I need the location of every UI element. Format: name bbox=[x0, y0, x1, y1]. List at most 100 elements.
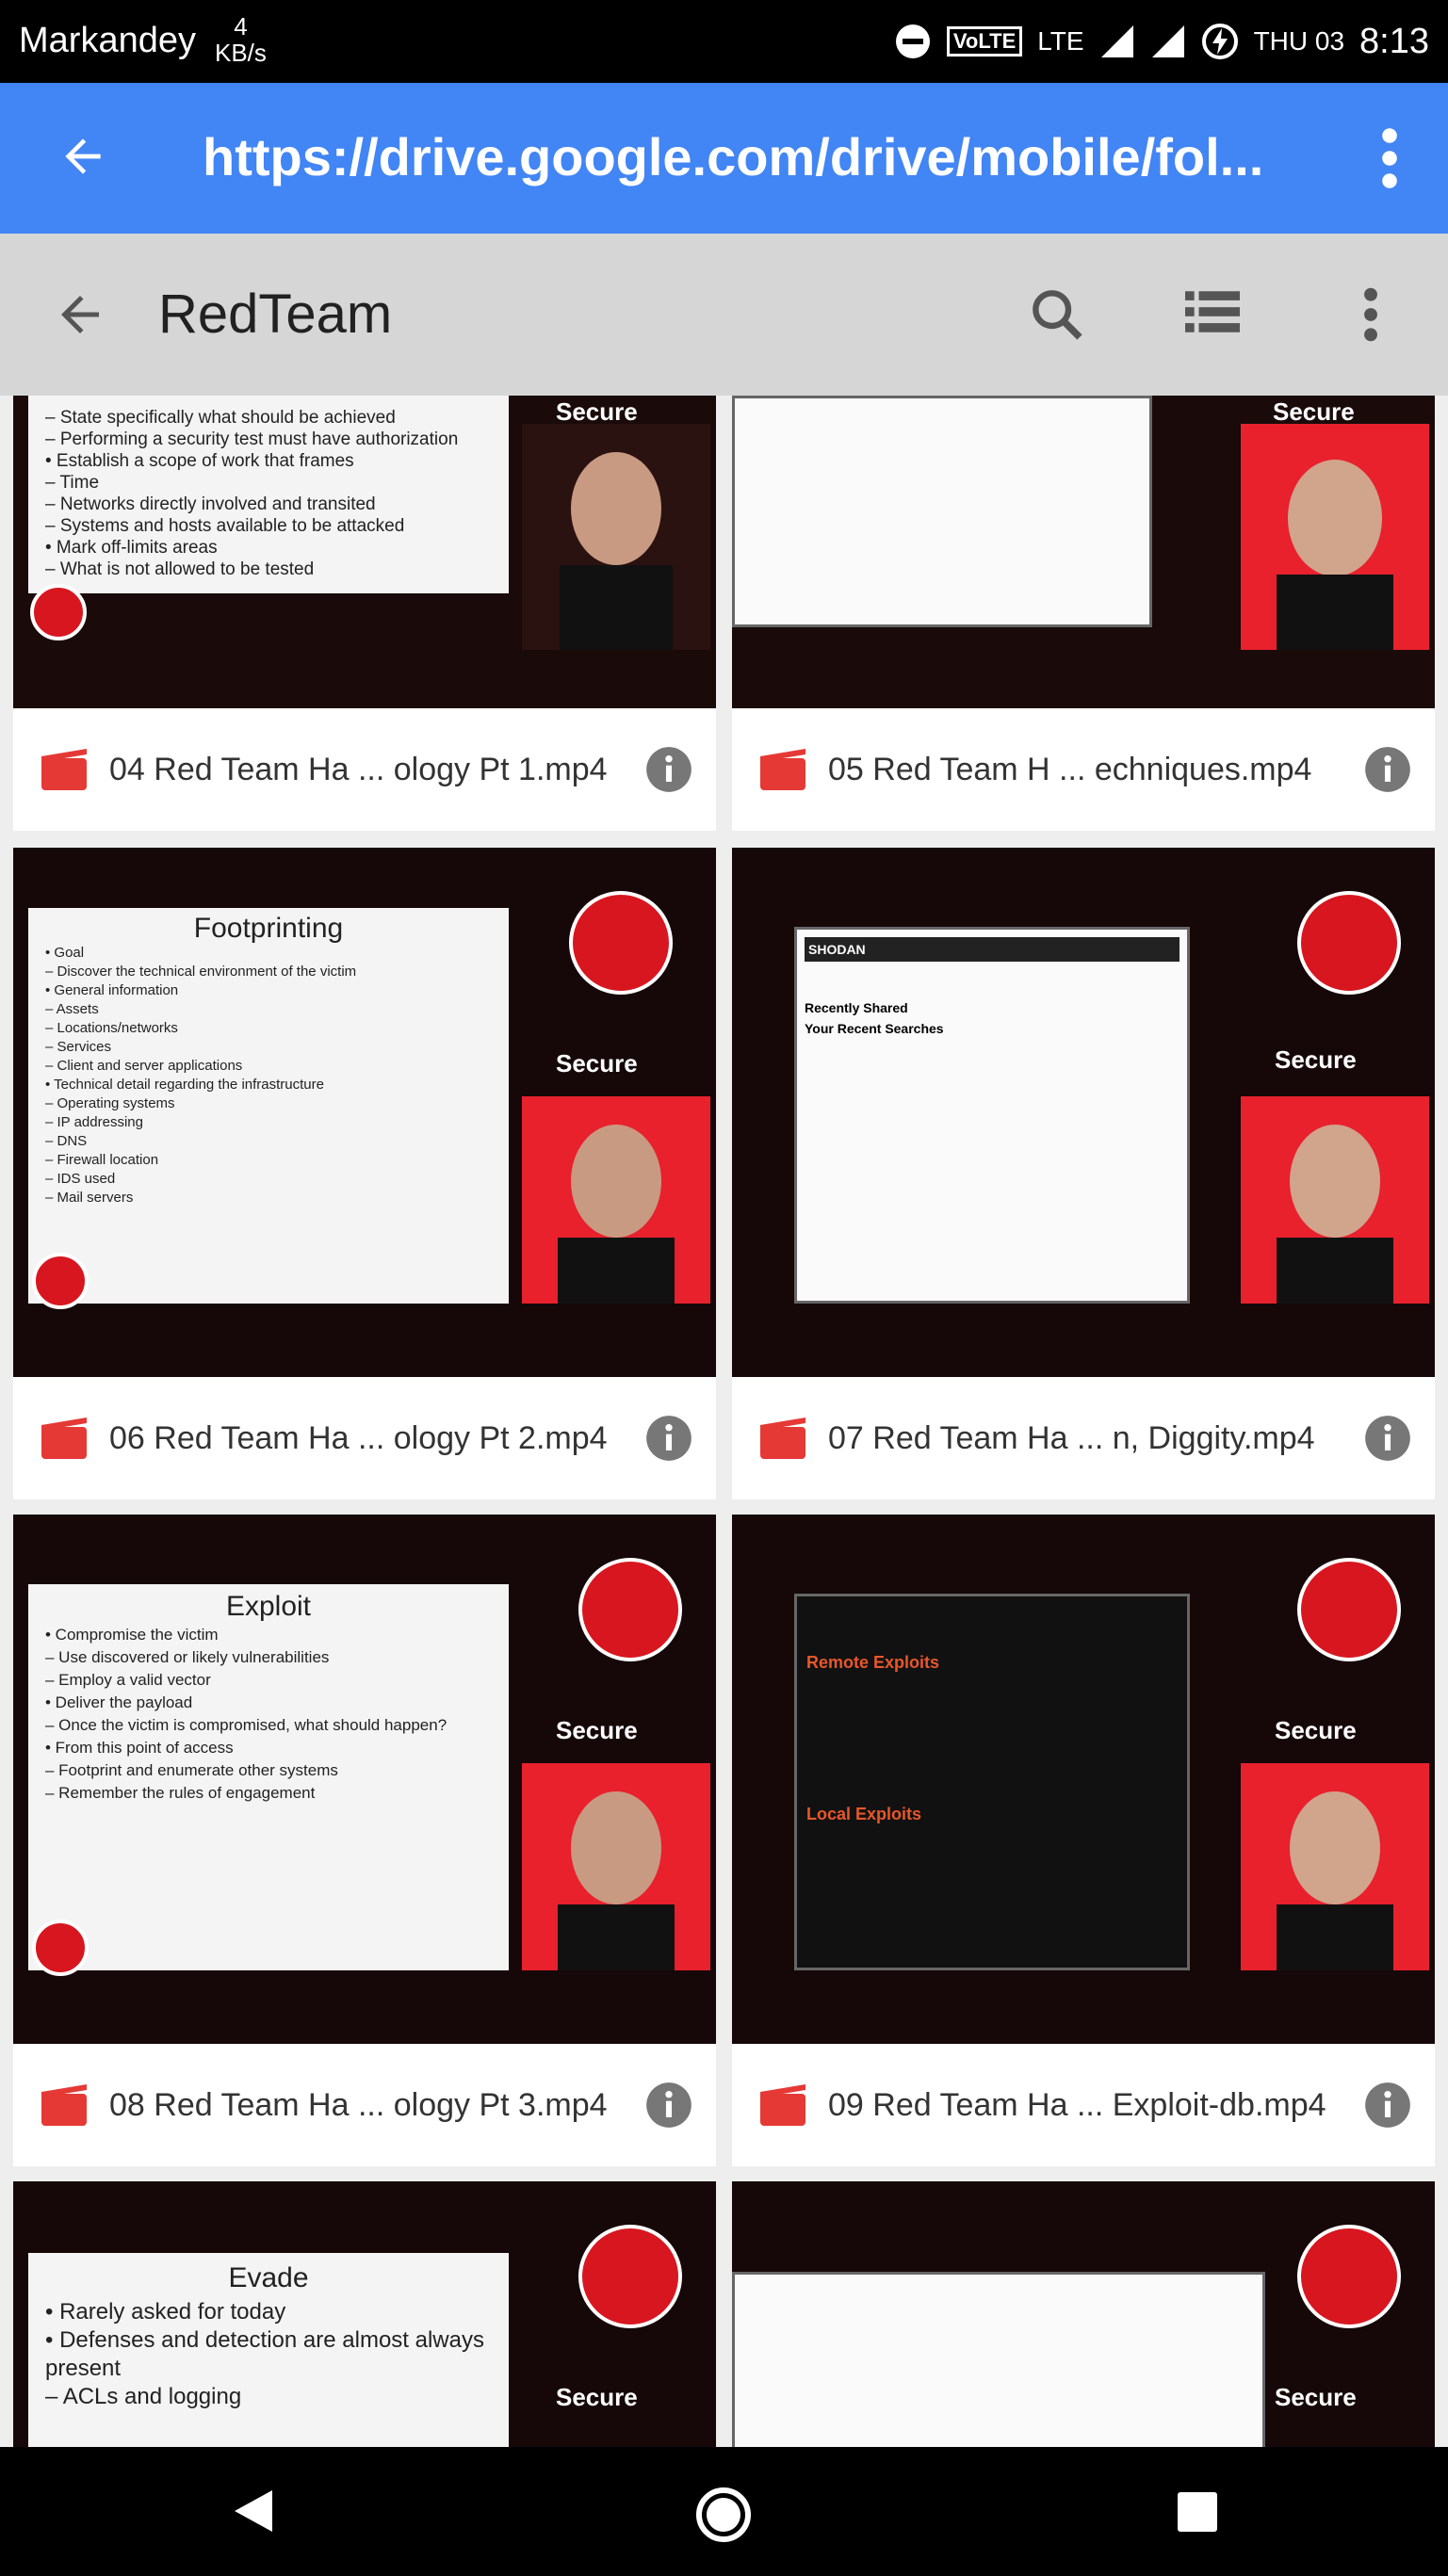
info-icon[interactable] bbox=[1363, 745, 1412, 794]
file-name: 08 Red Team Ha ... ology Pt 3.mp4 bbox=[109, 2086, 608, 2123]
search-icon[interactable] bbox=[1027, 284, 1087, 345]
screen-capture bbox=[732, 396, 1152, 627]
slide: Evade • Rarely asked for today • Defense… bbox=[28, 2253, 509, 2447]
folder-title: RedTeam bbox=[158, 284, 393, 345]
info-icon[interactable] bbox=[644, 2081, 693, 2130]
file-name: 06 Red Team Ha ... ology Pt 2.mp4 bbox=[109, 1419, 608, 1456]
signal-icon-2 bbox=[1151, 25, 1184, 57]
file-caption[interactable]: 04 Red Team Ha ... ology Pt 1.mp4 bbox=[13, 708, 716, 831]
status-time: 8:13 bbox=[1359, 21, 1429, 61]
video-thumbnail[interactable]: Evade • Rarely asked for today • Defense… bbox=[13, 2181, 716, 2447]
signal-icon bbox=[1100, 25, 1133, 57]
info-icon[interactable] bbox=[1363, 2081, 1412, 2130]
url-text[interactable]: https://drive.google.com/drive/mobile/fo… bbox=[203, 126, 1263, 187]
slide-line: – Firewall location bbox=[45, 1152, 159, 1168]
slide-line: – Employ a valid vector bbox=[45, 1671, 211, 1689]
screen-capture bbox=[732, 2272, 1265, 2447]
video-thumbnail[interactable]: Remote Exploits Local Exploits Secure bbox=[732, 1515, 1435, 2044]
slide-line: • Rarely asked for today bbox=[45, 2299, 286, 2325]
ninja-logo bbox=[569, 891, 673, 995]
nav-home-icon[interactable] bbox=[693, 2485, 754, 2545]
battery-charging-icon bbox=[1201, 24, 1238, 59]
slide-line: – Operating systems bbox=[45, 1095, 175, 1111]
file-card[interactable]: Secure 05 Red Team H ... echniques.mp4 bbox=[732, 396, 1435, 831]
browser-url-bar: https://drive.google.com/drive/mobile/fo… bbox=[0, 83, 1448, 234]
file-caption[interactable]: 05 Red Team H ... echniques.mp4 bbox=[732, 708, 1435, 831]
nav-recents-icon[interactable] bbox=[1178, 2492, 1217, 2532]
ninja-logo bbox=[32, 1253, 89, 1309]
section-heading: Local Exploits bbox=[806, 1805, 922, 1823]
file-card[interactable]: – State specifically what should be achi… bbox=[13, 396, 716, 831]
file-card[interactable]: Secure bbox=[732, 2181, 1435, 2447]
slide-line: – Performing a security test must have a… bbox=[45, 429, 459, 449]
volte-badge: VoLTE bbox=[946, 26, 1023, 57]
speed-value: 4 bbox=[234, 12, 248, 41]
status-day: THU 03 bbox=[1253, 26, 1345, 56]
nav-back-icon[interactable] bbox=[231, 2487, 276, 2535]
video-file-icon bbox=[760, 2084, 805, 2126]
screen-capture: SHODAN Recently Shared Your Recent Searc… bbox=[794, 927, 1190, 1304]
video-thumbnail[interactable]: – State specifically what should be achi… bbox=[13, 396, 716, 708]
file-name: 05 Red Team H ... echniques.mp4 bbox=[828, 751, 1312, 787]
video-thumbnail[interactable]: Secure bbox=[732, 396, 1435, 708]
slide-line: – IDS used bbox=[45, 1171, 116, 1187]
info-icon[interactable] bbox=[644, 1414, 693, 1463]
ninja-logo bbox=[32, 1920, 89, 1976]
lte-label: LTE bbox=[1037, 26, 1084, 56]
video-file-icon bbox=[41, 749, 87, 790]
speed-unit: KB/s bbox=[215, 39, 267, 67]
video-thumbnail[interactable]: Secure bbox=[732, 2181, 1435, 2447]
brand-logo: Secure bbox=[1273, 397, 1355, 426]
video-thumbnail[interactable]: Footprinting • Goal – Discover the techn… bbox=[13, 848, 716, 1377]
slide-title: Footprinting bbox=[193, 913, 344, 944]
file-caption[interactable]: 06 Red Team Ha ... ology Pt 2.mp4 bbox=[13, 1377, 716, 1499]
status-bar: Markandey 4 KB/s VoLTE LTE THU 03 8:13 bbox=[0, 0, 1448, 83]
do-not-disturb-icon bbox=[895, 24, 930, 58]
ninja-logo bbox=[578, 2225, 682, 2328]
status-icons: VoLTE LTE THU 03 8:13 bbox=[894, 19, 1429, 64]
slide-line: – Systems and hosts available to be atta… bbox=[45, 516, 405, 536]
brand-logo: Secure bbox=[1275, 1045, 1357, 1074]
video-file-icon bbox=[41, 1418, 87, 1459]
file-card[interactable]: Footprinting • Goal – Discover the techn… bbox=[13, 848, 716, 1499]
file-card[interactable]: SHODAN Recently Shared Your Recent Searc… bbox=[732, 848, 1435, 1499]
slide-line: – Locations/networks bbox=[45, 1020, 178, 1036]
ninja-logo bbox=[578, 1558, 682, 1661]
section-heading: Your Recent Searches bbox=[805, 1021, 944, 1036]
file-card[interactable]: Remote Exploits Local Exploits Secure 09… bbox=[732, 1515, 1435, 2166]
video-thumbnail[interactable]: SHODAN Recently Shared Your Recent Searc… bbox=[732, 848, 1435, 1377]
brand-logo: Secure bbox=[1275, 1716, 1357, 1744]
video-file-icon bbox=[41, 2084, 87, 2126]
slide-line: – Client and server applications bbox=[45, 1058, 243, 1074]
slide-title: Evade bbox=[228, 2262, 309, 2293]
video-thumbnail[interactable]: Exploit • Compromise the victim – Use di… bbox=[13, 1515, 716, 2044]
ninja-logo bbox=[1297, 2225, 1401, 2328]
file-caption[interactable]: 09 Red Team Ha ... Exploit-db.mp4 bbox=[732, 2044, 1435, 2166]
file-grid: – State specifically what should be achi… bbox=[0, 396, 1448, 2447]
list-view-icon[interactable] bbox=[1185, 288, 1240, 335]
slide-line: – Services bbox=[45, 1039, 112, 1055]
slide-line: • General information bbox=[45, 982, 179, 998]
file-caption[interactable]: 08 Red Team Ha ... ology Pt 3.mp4 bbox=[13, 2044, 716, 2166]
info-icon[interactable] bbox=[644, 745, 693, 794]
arrow-back-icon[interactable] bbox=[57, 130, 109, 183]
file-card[interactable]: Exploit • Compromise the victim – Use di… bbox=[13, 1515, 716, 2166]
video-file-icon bbox=[760, 1418, 805, 1459]
more-vert-icon[interactable] bbox=[1357, 284, 1385, 345]
slide-line: – Once the victim is compromised, what s… bbox=[45, 1716, 447, 1734]
file-card[interactable]: Evade • Rarely asked for today • Defense… bbox=[13, 2181, 716, 2447]
slide-line: • Compromise the victim bbox=[45, 1626, 219, 1644]
arrow-back-icon[interactable] bbox=[52, 286, 108, 343]
info-icon[interactable] bbox=[1363, 1414, 1412, 1463]
slide-line: – Networks directly involved and transit… bbox=[45, 494, 376, 514]
presenter-image bbox=[522, 1096, 710, 1304]
video-file-icon bbox=[760, 749, 805, 790]
slide: Footprinting • Goal – Discover the techn… bbox=[28, 908, 509, 1304]
brand-logo: Secure bbox=[556, 397, 638, 426]
brand-logo: Secure bbox=[556, 1716, 638, 1744]
slide: – State specifically what should be achi… bbox=[28, 396, 509, 593]
presenter-image bbox=[1241, 424, 1429, 650]
file-caption[interactable]: 07 Red Team Ha ... n, Diggity.mp4 bbox=[732, 1377, 1435, 1499]
more-vert-icon[interactable] bbox=[1375, 124, 1404, 192]
file-name: 07 Red Team Ha ... n, Diggity.mp4 bbox=[828, 1419, 1315, 1456]
